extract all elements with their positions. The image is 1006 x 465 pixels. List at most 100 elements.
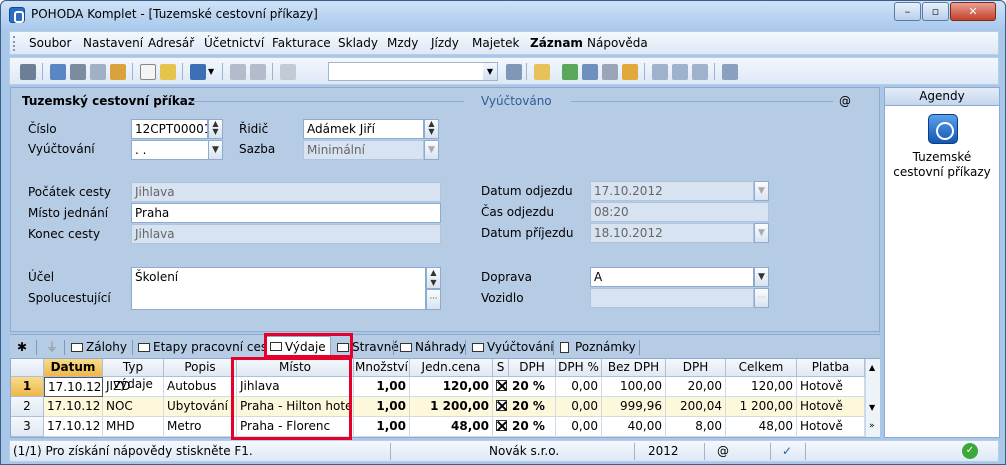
- cell-dph-castka[interactable]: 8,00: [666, 417, 726, 437]
- maximize-button[interactable]: ▫: [922, 2, 949, 21]
- copy-icon[interactable]: [280, 64, 296, 80]
- edit-icon[interactable]: [160, 64, 176, 80]
- checkbox-checked[interactable]: [496, 400, 507, 411]
- cas-odjezdu-field[interactable]: 08:20: [590, 202, 769, 222]
- col-header-mnozstvi[interactable]: Množství: [354, 359, 410, 377]
- minimize-button[interactable]: –: [894, 2, 921, 21]
- new-record-icon[interactable]: [140, 64, 156, 80]
- col-header-dph-sazba[interactable]: DPH: [509, 359, 556, 377]
- col-header-bez-dph[interactable]: Bez DPH: [602, 359, 666, 377]
- filter-icon[interactable]: [506, 64, 522, 80]
- cell-dph-castka[interactable]: 20,00: [666, 377, 726, 397]
- cell-datum[interactable]: 17.10.12: [44, 377, 103, 397]
- col-header-popis[interactable]: Popis: [164, 359, 237, 377]
- row-number[interactable]: 1: [11, 377, 44, 397]
- col-header-dph-castka[interactable]: DPH: [666, 359, 726, 377]
- document-icon[interactable]: [652, 64, 668, 80]
- menu-soubor[interactable]: Soubor: [29, 36, 71, 50]
- cell-datum[interactable]: 17.10.12: [44, 397, 103, 417]
- cell-typ[interactable]: NOC: [103, 397, 164, 417]
- cell-dph-procent[interactable]: 0,00: [556, 417, 602, 437]
- scroll-end-icon[interactable]: »: [869, 421, 875, 431]
- chevron-down-icon[interactable]: ▼: [754, 181, 769, 201]
- menu-majetek[interactable]: Majetek: [472, 36, 519, 50]
- ridic-field[interactable]: Adámek Jiří: [303, 119, 424, 139]
- menu-adresar[interactable]: Adresář: [148, 36, 194, 50]
- chevron-down-icon[interactable]: ▼: [754, 267, 769, 287]
- tab-etapy[interactable]: Etapy pracovní cesty: [135, 338, 283, 357]
- col-header-celkem[interactable]: Celkem: [726, 359, 797, 377]
- konec-field[interactable]: Jihlava: [131, 224, 441, 244]
- filter-combo[interactable]: ▼: [328, 62, 498, 81]
- cell-platba[interactable]: Hotově: [797, 417, 865, 437]
- tools-icon[interactable]: [722, 64, 738, 80]
- cell-platba[interactable]: Hotově: [797, 397, 865, 417]
- cell-celkem[interactable]: 120,00: [726, 377, 797, 397]
- scroll-down-icon[interactable]: ▼: [869, 403, 875, 412]
- chevron-down-icon[interactable]: ▼: [483, 63, 497, 80]
- ucel-field[interactable]: Školení: [131, 267, 426, 310]
- cell-mnozstvi[interactable]: 1,00: [354, 417, 410, 437]
- table-icon[interactable]: [582, 64, 598, 80]
- col-header-datum[interactable]: Datum: [44, 359, 103, 377]
- cell-popis[interactable]: Metro: [164, 417, 237, 437]
- cell-jedn-cena[interactable]: 120,00: [410, 377, 493, 397]
- menu-ucetnictvi[interactable]: Účetnictví: [204, 36, 264, 50]
- cell-jedn-cena[interactable]: 48,00: [410, 417, 493, 437]
- close-button[interactable]: ✕: [950, 2, 996, 21]
- print-preview-icon[interactable]: [90, 64, 106, 80]
- cell-jedn-cena[interactable]: 1 200,00: [410, 397, 493, 417]
- cell-mnozstvi[interactable]: 1,00: [354, 377, 410, 397]
- agendy-item-label[interactable]: Tuzemské cestovní příkazy: [887, 150, 997, 180]
- tab-poznamky[interactable]: Poznámky: [557, 338, 640, 357]
- chevron-down-icon[interactable]: ▼: [208, 140, 223, 160]
- col-header-jedn-cena[interactable]: Jedn.cena: [410, 359, 493, 377]
- cell-typ[interactable]: JIZD: [103, 377, 164, 397]
- grid-scrollbar[interactable]: ▲ ▼ »: [865, 359, 880, 437]
- cislo-field[interactable]: 12CPT00001: [131, 119, 208, 139]
- cell-bez-dph[interactable]: 999,96: [602, 397, 666, 417]
- tag-icon[interactable]: [562, 64, 578, 80]
- cell-mnozstvi[interactable]: 1,00: [354, 397, 410, 417]
- tab-pin[interactable]: ✱: [13, 338, 31, 357]
- menu-mzdy[interactable]: Mzdy: [387, 36, 418, 50]
- menu-nastaveni[interactable]: Nastavení: [83, 36, 143, 50]
- cell-popis[interactable]: Ubytování: [164, 397, 237, 417]
- scroll-up-icon[interactable]: ▲: [869, 363, 875, 372]
- vozidlo-field[interactable]: [590, 288, 754, 308]
- cell-dph-procent[interactable]: 0,00: [556, 397, 602, 417]
- coins-icon[interactable]: [622, 64, 638, 80]
- ucel-spin-button[interactable]: ▲ ▼: [426, 267, 441, 289]
- pocatek-field[interactable]: Jihlava: [131, 182, 441, 202]
- cell-dph-castka[interactable]: 200,04: [666, 397, 726, 417]
- cell-bez-dph[interactable]: 40,00: [602, 417, 666, 437]
- vozidlo-more-button[interactable]: ···: [754, 288, 769, 308]
- row-number[interactable]: 3: [11, 417, 44, 437]
- save-all-icon[interactable]: [250, 64, 266, 80]
- travel-orders-icon[interactable]: [928, 114, 958, 144]
- col-header-dph-procent[interactable]: DPH %: [556, 359, 602, 377]
- filter-icon[interactable]: ⏚: [42, 338, 62, 357]
- list-icon[interactable]: [672, 64, 688, 80]
- col-header-s[interactable]: S: [493, 359, 509, 377]
- back-arrow-icon[interactable]: [190, 64, 206, 80]
- chevron-down-icon[interactable]: ▼: [754, 223, 769, 243]
- datum-prijezdu-field[interactable]: 18.10.2012: [590, 223, 754, 243]
- report-icon[interactable]: [110, 64, 126, 80]
- chevron-down-icon[interactable]: ▼: [208, 64, 216, 80]
- cell-popis[interactable]: Autobus: [164, 377, 237, 397]
- ucel-more-button[interactable]: ···: [426, 289, 441, 310]
- tab-nahrady[interactable]: Náhrady: [397, 338, 470, 357]
- doprava-field[interactable]: A: [590, 267, 754, 287]
- folder-icon[interactable]: [534, 64, 550, 80]
- cell-platba[interactable]: Hotově: [797, 377, 865, 397]
- row-number[interactable]: 2: [11, 397, 44, 417]
- print-icon[interactable]: [70, 64, 86, 80]
- calculator-icon[interactable]: [602, 64, 618, 80]
- exit-icon[interactable]: [20, 64, 36, 80]
- cell-s-dph[interactable]: 20 %: [493, 377, 556, 397]
- menu-fakturace[interactable]: Fakturace: [272, 36, 331, 50]
- menu-napoveda[interactable]: Nápověda: [587, 36, 648, 50]
- message-icon[interactable]: [692, 64, 708, 80]
- menu-sklady[interactable]: Sklady: [338, 36, 378, 50]
